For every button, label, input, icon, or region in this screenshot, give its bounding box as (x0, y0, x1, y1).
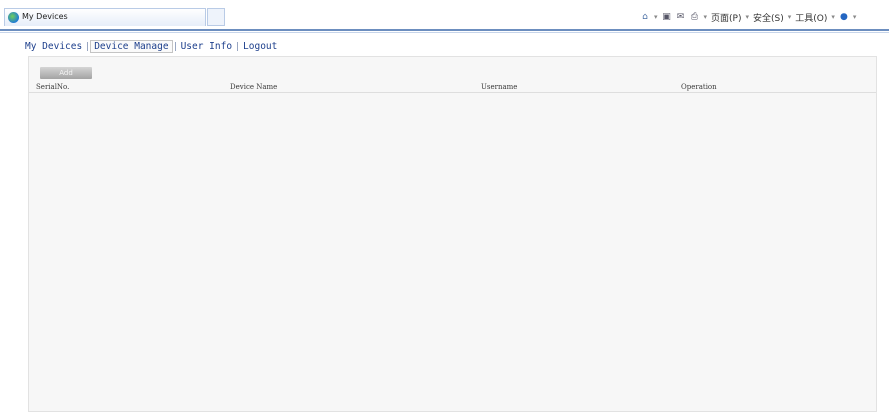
nav-user-info[interactable]: User Info (178, 40, 235, 53)
toolbar-divider (0, 29, 889, 31)
nav-my-devices[interactable]: My Devices (22, 40, 85, 53)
column-device-name: Device Name (230, 83, 278, 91)
dropdown-arrow-icon[interactable]: ▾ (704, 13, 708, 21)
column-operation: Operation (681, 83, 717, 91)
new-tab-button[interactable] (207, 8, 225, 26)
nav-divider (174, 42, 176, 51)
main-nav: My Devices Device Manage User Info Logou… (22, 40, 280, 53)
toolbar-divider-inner (0, 32, 889, 33)
print-icon[interactable]: ⎙ (690, 12, 700, 22)
nav-device-manage[interactable]: Device Manage (90, 40, 173, 53)
dropdown-arrow-icon[interactable]: ▾ (853, 13, 857, 21)
add-device-button[interactable]: Add (40, 67, 92, 79)
column-username: Username (481, 83, 518, 91)
tab-title: My Devices (22, 12, 68, 21)
nav-divider (237, 42, 239, 51)
feeds-icon[interactable]: ▣ (662, 12, 672, 22)
dropdown-arrow-icon[interactable]: ▾ (745, 13, 749, 21)
home-icon[interactable]: ⌂ (640, 12, 650, 22)
tools-menu[interactable]: 工具(O) (795, 11, 827, 24)
favicon-icon (8, 12, 19, 23)
dropdown-arrow-icon[interactable]: ▾ (788, 13, 792, 21)
dropdown-arrow-icon[interactable]: ▾ (831, 13, 835, 21)
mail-icon[interactable]: ✉ (676, 12, 686, 22)
device-manage-panel: Add SerialNo. Device Name Username Opera… (28, 56, 877, 412)
safety-menu[interactable]: 安全(S) (753, 11, 784, 24)
nav-logout[interactable]: Logout (240, 40, 280, 53)
column-serial-no: SerialNo. (36, 83, 70, 91)
help-icon[interactable]: ● (839, 12, 849, 22)
page-menu[interactable]: 页面(P) (711, 11, 741, 24)
nav-divider (87, 42, 89, 51)
browser-tab[interactable]: My Devices (4, 8, 206, 26)
command-bar: ⌂ ▾ ▣ ✉ ⎙ ▾ 页面(P) ▾ 安全(S) ▾ 工具(O) ▾ ● ▾ (640, 9, 856, 25)
dropdown-arrow-icon[interactable]: ▾ (654, 13, 658, 21)
browser-toolbar: My Devices ⌂ ▾ ▣ ✉ ⎙ ▾ 页面(P) ▾ 安全(S) ▾ 工… (0, 0, 889, 29)
device-table-header: SerialNo. Device Name Username Operation (29, 82, 876, 93)
